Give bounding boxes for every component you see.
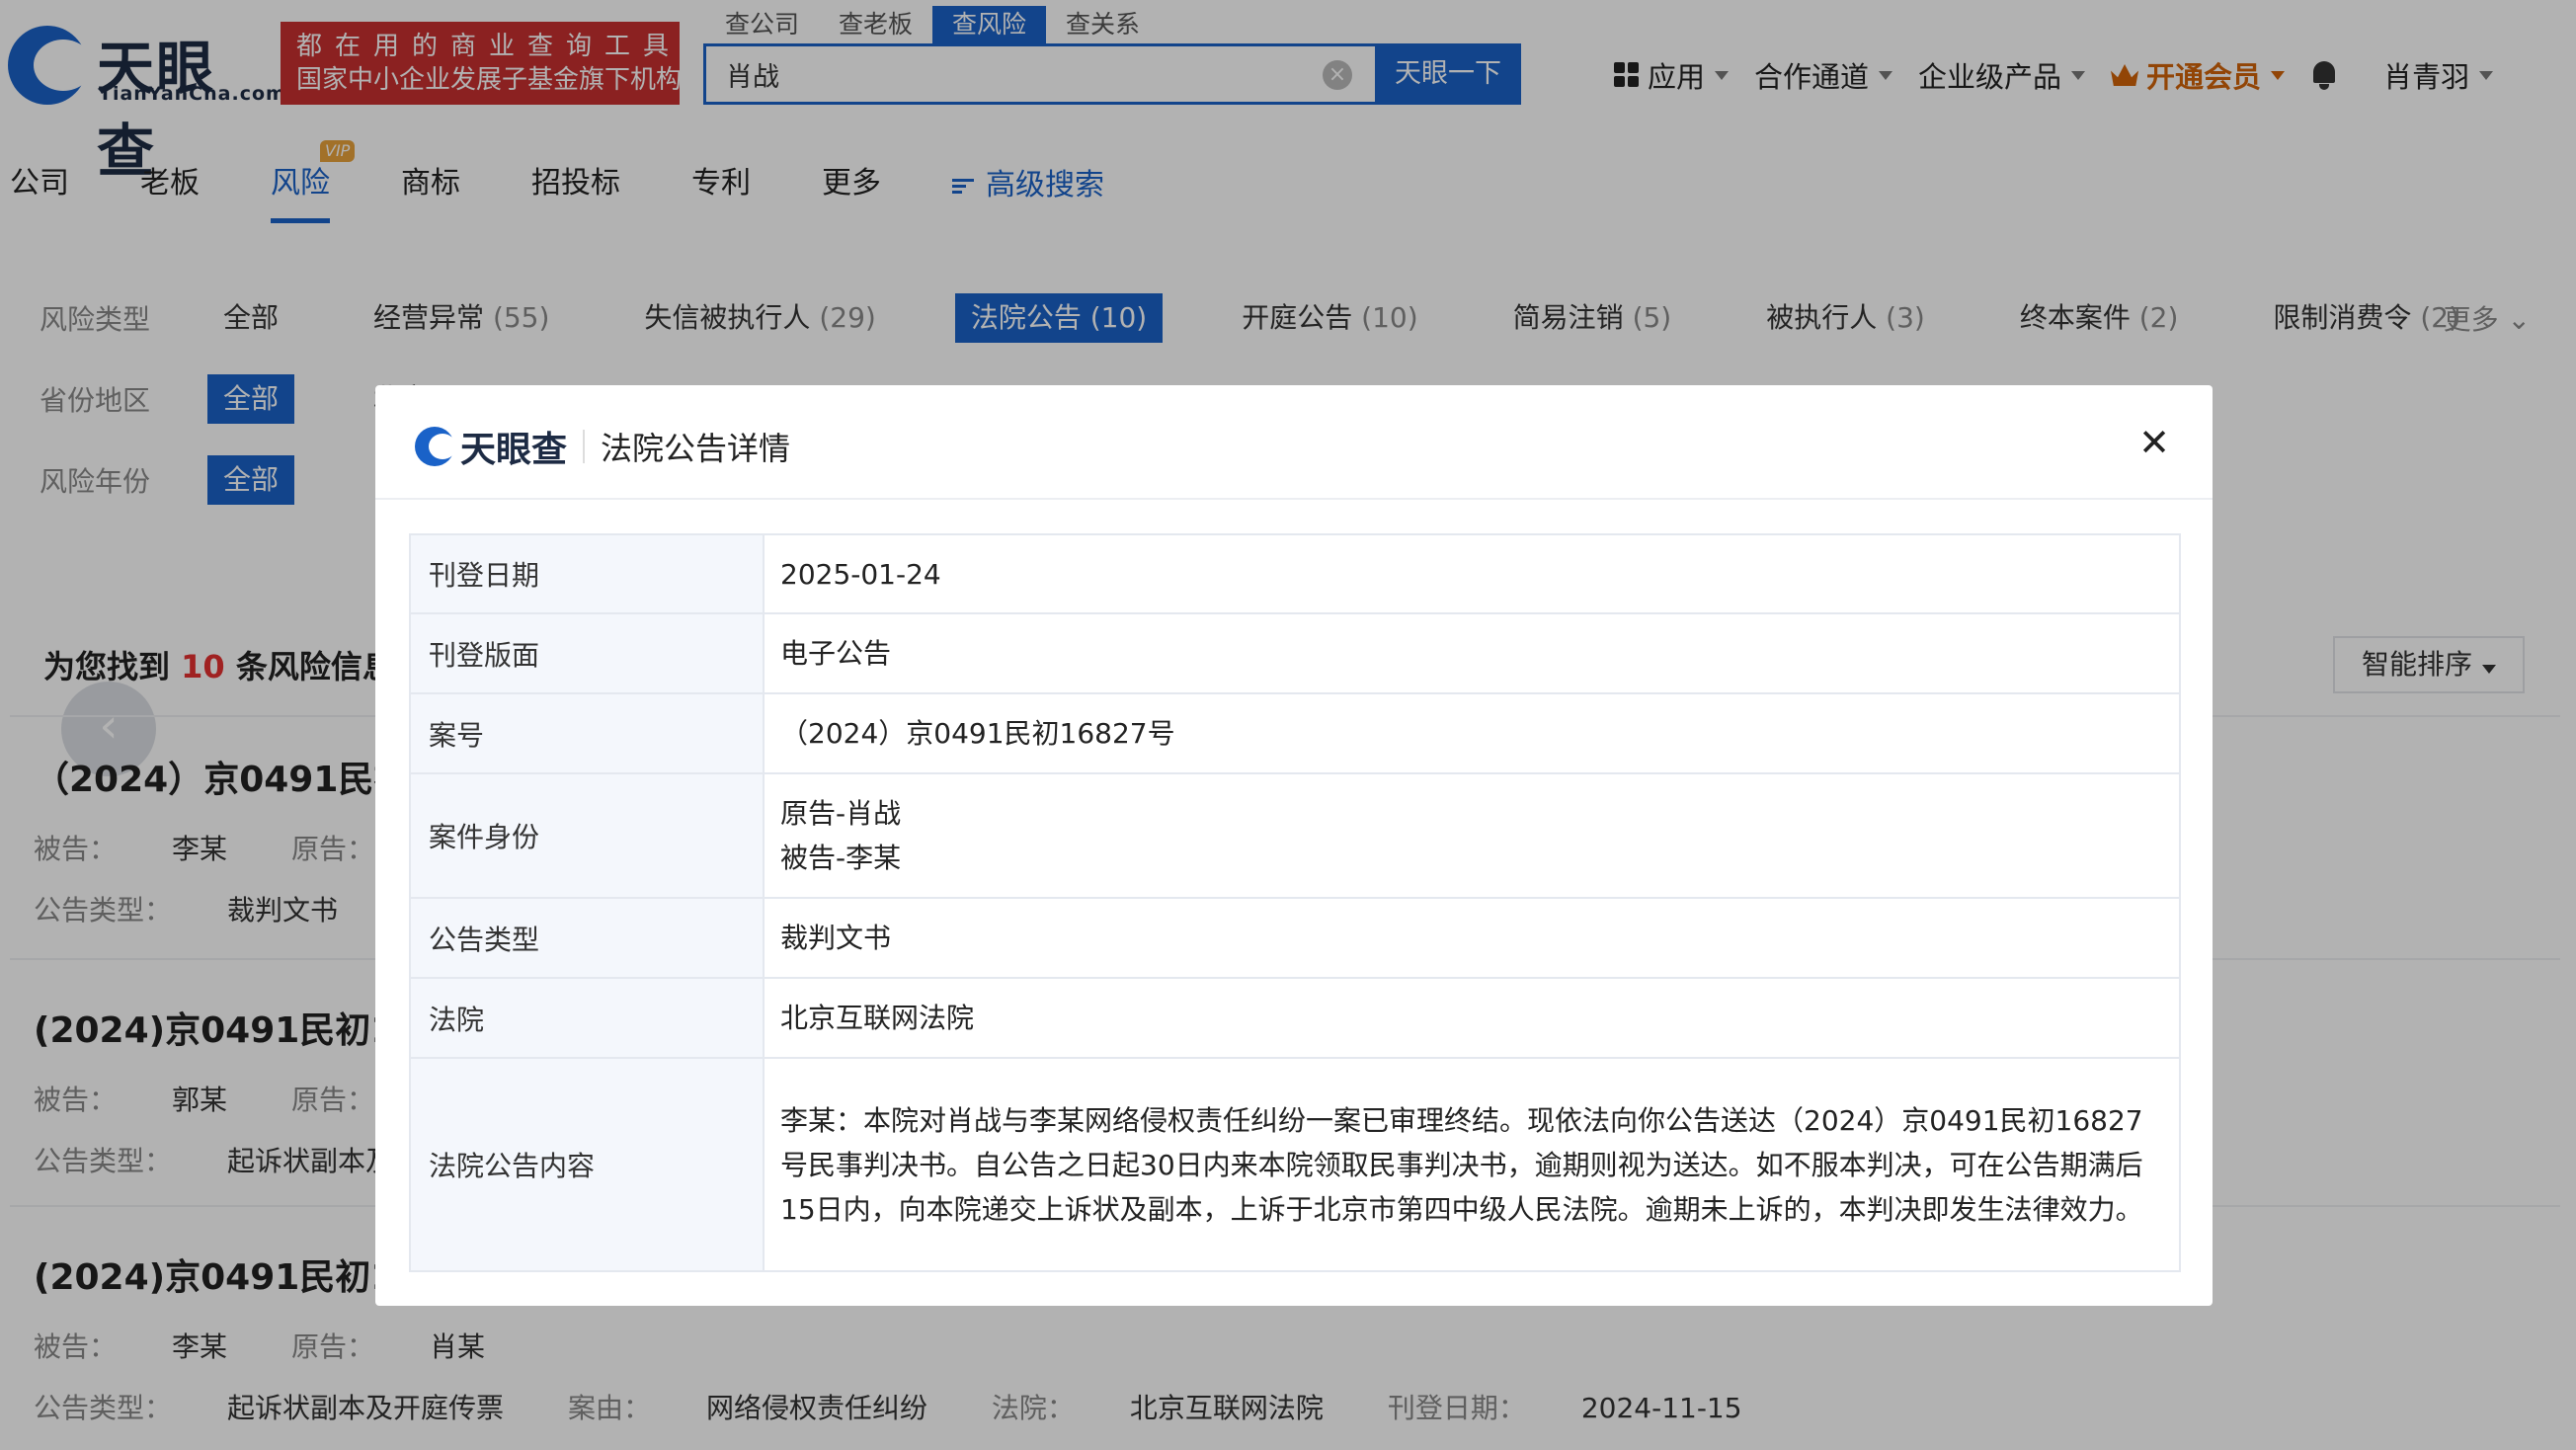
row-value: 裁判文书 <box>763 897 2181 979</box>
logo-icon <box>415 427 456 466</box>
row-key: 刊登版面 <box>409 612 765 694</box>
page: 天眼查 TianYanCha.com 都在用的商业查询工具 国家中小企业发展子基… <box>0 0 2576 1450</box>
row-value: 北京互联网法院 <box>763 977 2181 1059</box>
court-notice-modal: 天眼查 法院公告详情 ✕ 刊登日期 2025-01-24 刊登版面 电子公告 案… <box>375 385 2213 1306</box>
modal-header: 天眼查 法院公告详情 ✕ <box>375 385 2213 500</box>
table-row: 案件身份 原告-肖战 被告-李某 <box>409 772 2181 899</box>
row-value: 原告-肖战 被告-李某 <box>763 772 2181 899</box>
row-value: 电子公告 <box>763 612 2181 694</box>
row-key: 公告类型 <box>409 897 765 979</box>
row-key: 法院公告内容 <box>409 1057 765 1272</box>
row-value: （2024）京0491民初16827号 <box>763 692 2181 774</box>
row-value: 李某：本院对肖战与李某网络侵权责任纠纷一案已审理终结。现依法向你公告送达（202… <box>763 1057 2181 1272</box>
divider <box>583 430 586 463</box>
row-key: 刊登日期 <box>409 533 765 614</box>
modal-logo-text: 天眼查 <box>460 430 568 470</box>
party-line: 原告-肖战 <box>780 797 902 830</box>
row-key: 法院 <box>409 977 765 1059</box>
table-row: 案号 （2024）京0491民初16827号 <box>409 692 2181 774</box>
modal-logo: 天眼查 法院公告详情 <box>415 421 790 472</box>
table-row: 刊登日期 2025-01-24 <box>409 533 2181 614</box>
row-key: 案号 <box>409 692 765 774</box>
row-key: 案件身份 <box>409 772 765 899</box>
table-row: 公告类型 裁判文书 <box>409 897 2181 979</box>
table-row: 刊登版面 电子公告 <box>409 612 2181 694</box>
table-row: 法院 北京互联网法院 <box>409 977 2181 1059</box>
party-line: 被告-李某 <box>780 842 902 874</box>
detail-table: 刊登日期 2025-01-24 刊登版面 电子公告 案号 （2024）京0491… <box>409 533 2181 1272</box>
modal-title: 法院公告详情 <box>601 430 791 467</box>
close-icon[interactable]: ✕ <box>2137 424 2171 461</box>
row-value: 2025-01-24 <box>763 533 2181 614</box>
table-row: 法院公告内容 李某：本院对肖战与李某网络侵权责任纠纷一案已审理终结。现依法向你公… <box>409 1057 2181 1272</box>
